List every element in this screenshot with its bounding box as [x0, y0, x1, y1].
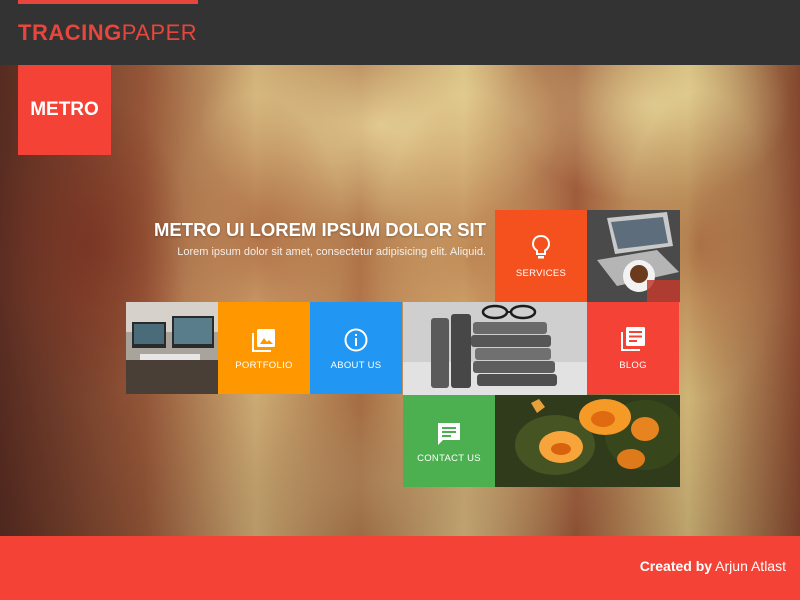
laptop-coffee-illustration [587, 210, 680, 302]
hero-background [0, 65, 800, 536]
about-us-tile[interactable]: ABOUT US [310, 302, 402, 394]
desk-computers-illustration [126, 302, 218, 394]
hero-subtitle: Lorem ipsum dolor sit amet, consectetur … [177, 246, 486, 258]
services-tile[interactable]: SERVICES [495, 210, 587, 302]
article-icon [621, 327, 645, 351]
credit-prefix: Created by [639, 558, 713, 574]
brand-name-part2: PAPER [121, 20, 198, 45]
brand-name-part1: TRACING [18, 20, 122, 45]
books-glasses-photo [403, 302, 587, 395]
laptop-coffee-photo [587, 210, 680, 302]
footer-credit: Created by Arjun Atlast [640, 558, 786, 574]
portfolio-tile[interactable]: PORTFOLIO [218, 302, 310, 394]
blog-label: BLOG [619, 360, 647, 371]
hero-title: METRO UI LOREM IPSUM DOLOR SIT [154, 219, 486, 240]
books-glasses-illustration [403, 302, 587, 395]
metro-badge: METRO [18, 65, 111, 155]
desk-computers-photo [126, 302, 218, 394]
footer: Created by Arjun Atlast [0, 536, 800, 600]
contact-us-tile[interactable]: CONTACT US [403, 395, 495, 487]
hero-vignette [0, 65, 800, 536]
services-label: SERVICES [515, 268, 567, 279]
metro-badge-label: METRO [30, 99, 99, 120]
portfolio-label: PORTFOLIO [235, 360, 293, 371]
brand-accent-line [18, 0, 198, 4]
info-icon [344, 328, 368, 352]
top-bar: TRACINGPAPER [0, 0, 800, 65]
lightbulb-icon [531, 234, 551, 259]
about-us-label: ABOUT US [330, 360, 382, 371]
orange-flowers-photo [495, 395, 680, 487]
credit-name: Arjun Atlast [715, 558, 786, 574]
contact-us-label: CONTACT US [417, 453, 481, 464]
orange-flowers-illustration [495, 395, 680, 487]
blog-tile[interactable]: BLOG [587, 302, 679, 394]
brand-logo[interactable]: TRACINGPAPER [18, 20, 197, 46]
image-gallery-icon [252, 329, 275, 352]
chat-icon [438, 423, 460, 445]
